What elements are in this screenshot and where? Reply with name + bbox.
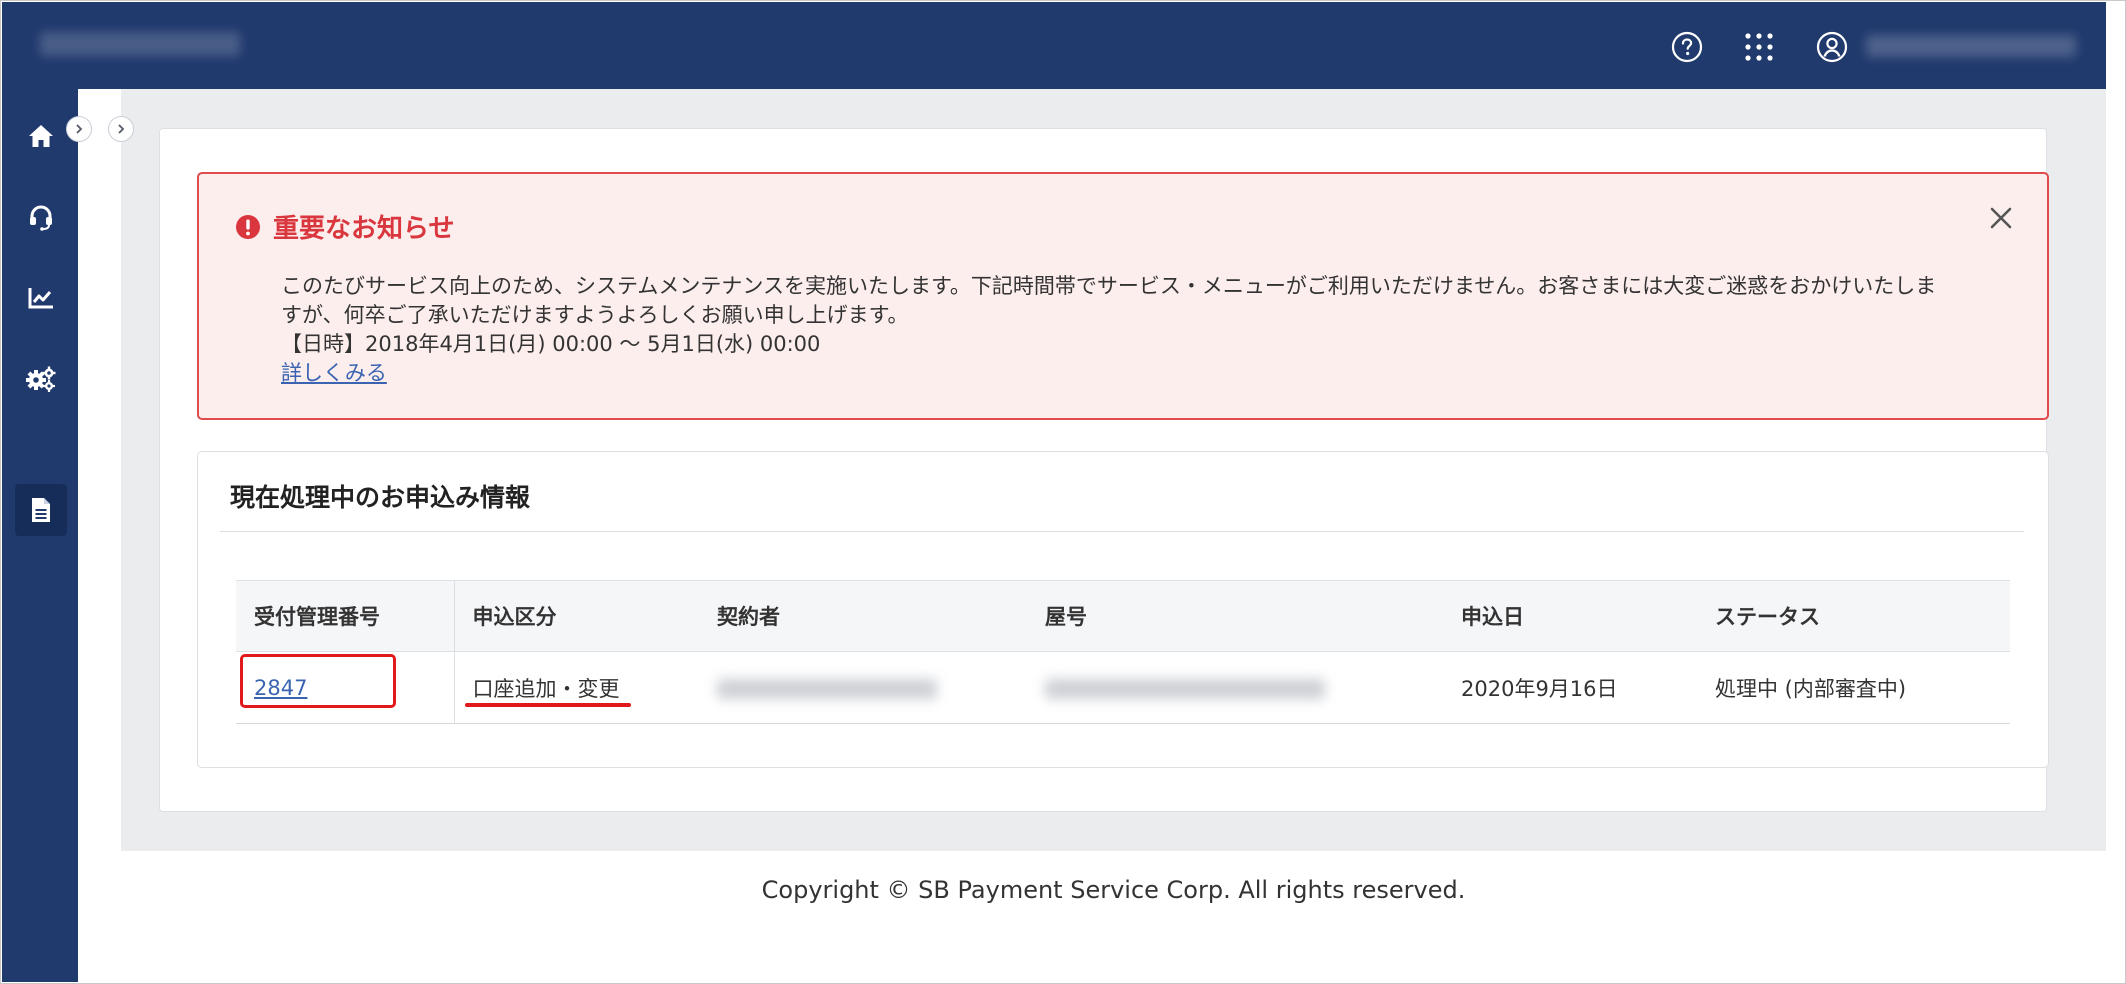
user-circle-icon: [1816, 31, 1848, 63]
application-status: 処理中 (内部審査中): [1697, 651, 2010, 724]
notice-text-line: すが、何卒ご了承いただけますようよろしくお願い申し上げます。: [281, 303, 909, 327]
column-header: 契約者: [699, 580, 1027, 652]
footer-copyright: Copyright © SB Payment Service Corp. All…: [761, 876, 1466, 904]
gears-icon: [26, 366, 56, 392]
top-header: [2, 2, 2106, 89]
notice-body: このたびサービス向上のため、システムメンテナンスを実施いたします。下記時間帯でサ…: [281, 272, 2021, 388]
close-icon: [1990, 207, 2012, 229]
type-highlight-wrap: 口座追加・変更: [464, 673, 631, 707]
id-highlight-wrap: 2847: [240, 653, 396, 708]
highlight-box: [240, 653, 396, 708]
user-name-blurred: [1866, 35, 2076, 57]
trade-name-cell: [1027, 651, 1443, 724]
type-cell: 口座追加・変更: [454, 651, 699, 724]
id-cell: 2847: [236, 651, 455, 724]
sidebar-item-home[interactable]: [15, 110, 67, 162]
question-circle-icon: [1671, 31, 1703, 63]
exclamation-circle-icon: [236, 214, 260, 239]
home-icon: [29, 125, 53, 147]
application-date: 2020年9月16日: [1443, 651, 1697, 724]
chevron-right-icon: [118, 124, 125, 134]
notice-datetime: 【日時】2018年4月1日(月) 00:00 ～ 5月1日(水) 00:00: [281, 332, 821, 356]
notice-text-line: このたびサービス向上のため、システムメンテナンスを実施いたします。下記時間帯でサ…: [281, 274, 1937, 298]
sidebar: [2, 89, 78, 982]
headset-icon: [30, 205, 52, 231]
grid-dots-icon: [1745, 33, 1773, 61]
notice-details-link[interactable]: 詳しくみる: [281, 361, 387, 385]
applications-table: 受付管理番号 申込区分 契約者 屋号 申込日 ステータス 2847 口座追加・変…: [236, 580, 2010, 724]
apps-button[interactable]: [1742, 30, 1776, 64]
chart-icon: [28, 288, 53, 309]
column-header: 申込日: [1443, 580, 1697, 652]
sidebar-item-settings[interactable]: [15, 353, 67, 405]
applications-panel: 現在処理中のお申込み情報 受付管理番号 申込区分 契約者 屋号 申込日 ステータ…: [197, 451, 2049, 768]
notice-close-button[interactable]: [1985, 202, 2017, 234]
sidebar-toggle-button[interactable]: [66, 116, 92, 142]
contractor-name-blurred: [717, 678, 937, 699]
contractor-cell: [699, 651, 1027, 724]
application-type: 口座追加・変更: [472, 676, 620, 701]
sidebar-item-applications[interactable]: [15, 484, 67, 536]
table-header-row: 受付管理番号 申込区分 契約者 屋号 申込日 ステータス: [236, 580, 2010, 652]
user-menu-button[interactable]: [1815, 30, 1849, 64]
document-icon: [32, 498, 50, 522]
notice-title: 重要なお知らせ: [273, 214, 455, 244]
subnav-toggle-button[interactable]: [108, 116, 134, 142]
divider: [220, 531, 2024, 532]
table-row: 2847 口座追加・変更 2020年9月16日 処理中 (内部審査中): [236, 651, 2010, 724]
help-button[interactable]: [1670, 30, 1704, 64]
brand-logo-blurred: [40, 32, 240, 56]
column-header: 屋号: [1027, 580, 1443, 652]
column-header: 受付管理番号: [236, 580, 455, 652]
highlight-underline: [464, 702, 631, 707]
sidebar-item-reports[interactable]: [15, 272, 67, 324]
chevron-right-icon: [76, 124, 83, 134]
panel-title: 現在処理中のお申込み情報: [230, 483, 531, 512]
notice-header: 重要なお知らせ: [235, 208, 454, 245]
important-notice: 重要なお知らせ このたびサービス向上のため、システムメンテナンスを実施いたします…: [197, 172, 2049, 420]
column-header: 申込区分: [454, 580, 699, 652]
trade-name-blurred: [1045, 678, 1325, 699]
sidebar-item-support[interactable]: [15, 191, 67, 243]
column-header: ステータス: [1697, 580, 2010, 652]
